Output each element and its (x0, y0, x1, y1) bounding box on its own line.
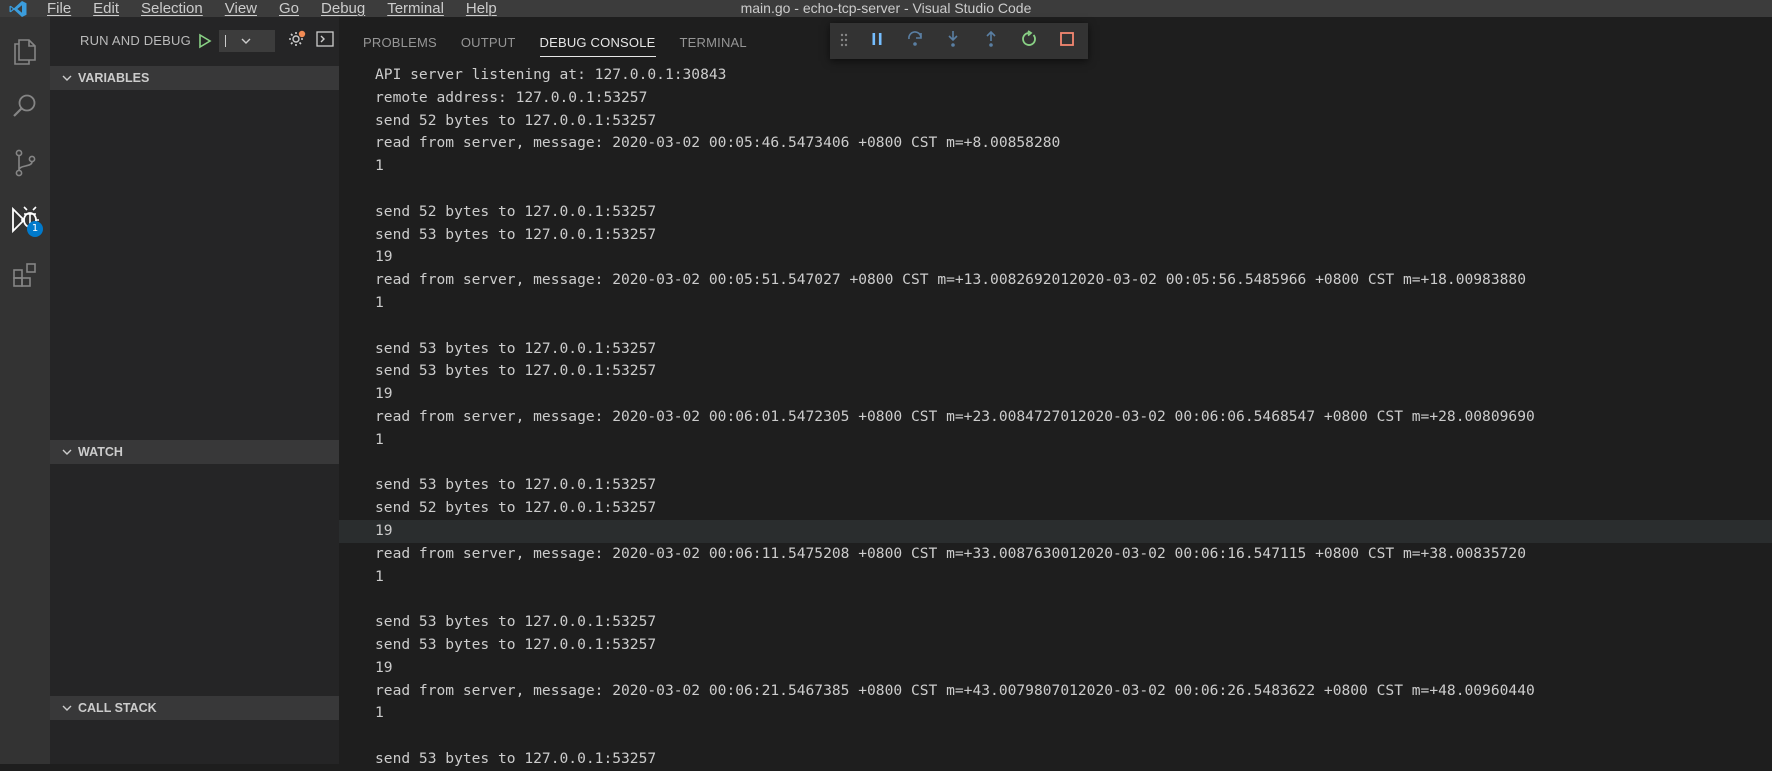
debug-toolbar (830, 23, 1088, 59)
chevron-down-icon (56, 72, 78, 84)
extensions-icon (10, 260, 40, 294)
pause-button[interactable] (858, 23, 896, 59)
activity-source-control[interactable] (0, 141, 50, 189)
activity-explorer[interactable] (0, 29, 50, 77)
menu-view[interactable]: View (214, 0, 268, 17)
menu-edit[interactable]: Edit (82, 0, 130, 17)
console-line: read from server, message: 2020-03-02 00… (375, 681, 1535, 699)
console-line: read from server, message: 2020-03-02 00… (375, 271, 1526, 289)
console-line: read from server, message: 2020-03-02 00… (375, 134, 1061, 152)
step-into-icon (944, 30, 962, 52)
console-line: 1 (375, 567, 384, 585)
pause-icon (869, 31, 885, 51)
run-debug-title: RUN AND DEBUG (80, 33, 191, 48)
chevron-down-icon (56, 702, 78, 714)
chevron-down-icon (240, 35, 252, 47)
console-line: 1 (375, 430, 384, 448)
menu-file[interactable]: File (36, 0, 82, 17)
menu-terminal[interactable]: Terminal (376, 0, 455, 17)
activity-bar: 1 (0, 17, 50, 764)
step-over-button[interactable] (896, 23, 934, 59)
tab-debug-console[interactable]: DEBUG CONSOLE (539, 25, 656, 57)
panel: PROBLEMS OUTPUT DEBUG CONSOLE TERMINAL A… (339, 17, 1772, 767)
restart-button[interactable] (1010, 23, 1048, 59)
console-line: 19 (375, 658, 393, 676)
menu-help[interactable]: Help (455, 0, 508, 17)
variables-section-label: VARIABLES (78, 71, 150, 85)
console-line: send 53 bytes to 127.0.0.1:53257 (375, 362, 657, 380)
activity-search[interactable] (0, 84, 50, 132)
stop-button[interactable] (1048, 23, 1086, 59)
console-line: 19 (375, 248, 393, 266)
vscode-logo-icon (0, 0, 36, 17)
console-line: send 52 bytes to 127.0.0.1:53257 (375, 202, 657, 220)
console-line: 19 (375, 385, 393, 403)
console-line: 1 (375, 293, 384, 311)
terminal-icon (315, 29, 335, 53)
source-control-icon (10, 148, 40, 182)
run-debug-header: RUN AND DEBUG (50, 17, 339, 64)
variables-section-header[interactable]: VARIABLES (50, 66, 339, 90)
debug-badge: 1 (27, 221, 43, 237)
watch-section-header[interactable]: WATCH (50, 440, 339, 464)
console-line: read from server, message: 2020-03-02 00… (375, 544, 1526, 562)
console-line: 19 (339, 519, 1772, 543)
console-line: send 52 bytes to 127.0.0.1:53257 (375, 499, 657, 517)
launch-config-select[interactable] (218, 29, 275, 52)
console-line: send 53 bytes to 127.0.0.1:53257 (375, 225, 657, 243)
search-icon (10, 91, 40, 125)
console-line: send 53 bytes to 127.0.0.1:53257 (375, 749, 657, 767)
tab-terminal[interactable]: TERMINAL (680, 25, 747, 56)
title-bar: File Edit Selection View Go Debug Termin… (0, 0, 1772, 17)
step-into-button[interactable] (934, 23, 972, 59)
console-line: send 53 bytes to 127.0.0.1:53257 (375, 476, 657, 494)
step-over-icon (906, 30, 924, 52)
console-line: send 53 bytes to 127.0.0.1:53257 (375, 339, 657, 357)
start-debugging-button[interactable] (197, 33, 213, 49)
console-line: send 52 bytes to 127.0.0.1:53257 (375, 111, 657, 129)
call-stack-section-header[interactable]: CALL STACK (50, 696, 339, 720)
stop-icon (1059, 31, 1075, 51)
menu-debug[interactable]: Debug (310, 0, 376, 17)
console-line: send 53 bytes to 127.0.0.1:53257 (375, 635, 657, 653)
call-stack-section-label: CALL STACK (78, 701, 157, 715)
tab-problems[interactable]: PROBLEMS (363, 25, 437, 56)
menu-selection[interactable]: Selection (130, 0, 214, 17)
step-out-icon (982, 30, 1000, 52)
console-line: 1 (375, 157, 384, 175)
chevron-down-icon (56, 446, 78, 458)
console-line: remote address: 127.0.0.1:53257 (375, 88, 648, 106)
console-line: send 53 bytes to 127.0.0.1:53257 (375, 613, 657, 631)
open-launch-json-button[interactable] (287, 29, 307, 53)
debug-console-output[interactable]: API server listening at: 127.0.0.1:30843… (339, 64, 1772, 771)
gear-icon (287, 29, 307, 53)
debug-console-button[interactable] (315, 29, 335, 53)
gripper-icon (840, 32, 848, 51)
files-icon (10, 36, 40, 70)
text-cursor (224, 34, 226, 47)
console-line: read from server, message: 2020-03-02 00… (375, 407, 1535, 425)
tab-output[interactable]: OUTPUT (461, 25, 516, 56)
panel-tabs: PROBLEMS OUTPUT DEBUG CONSOLE TERMINAL (339, 17, 747, 64)
drag-handle[interactable] (830, 23, 858, 59)
activity-extensions[interactable] (0, 253, 50, 301)
console-line: 1 (375, 704, 384, 722)
restart-icon (1020, 30, 1038, 52)
debug-sidebar: RUN AND DEBUG VARIABLES WATCH CALL STACK (50, 17, 339, 764)
console-line: API server listening at: 127.0.0.1:30843 (375, 66, 727, 83)
step-out-button[interactable] (972, 23, 1010, 59)
activity-run-debug[interactable]: 1 (0, 197, 50, 245)
menu-bar: File Edit Selection View Go Debug Termin… (36, 0, 508, 17)
menu-go[interactable]: Go (268, 0, 310, 17)
watch-section-label: WATCH (78, 445, 123, 459)
